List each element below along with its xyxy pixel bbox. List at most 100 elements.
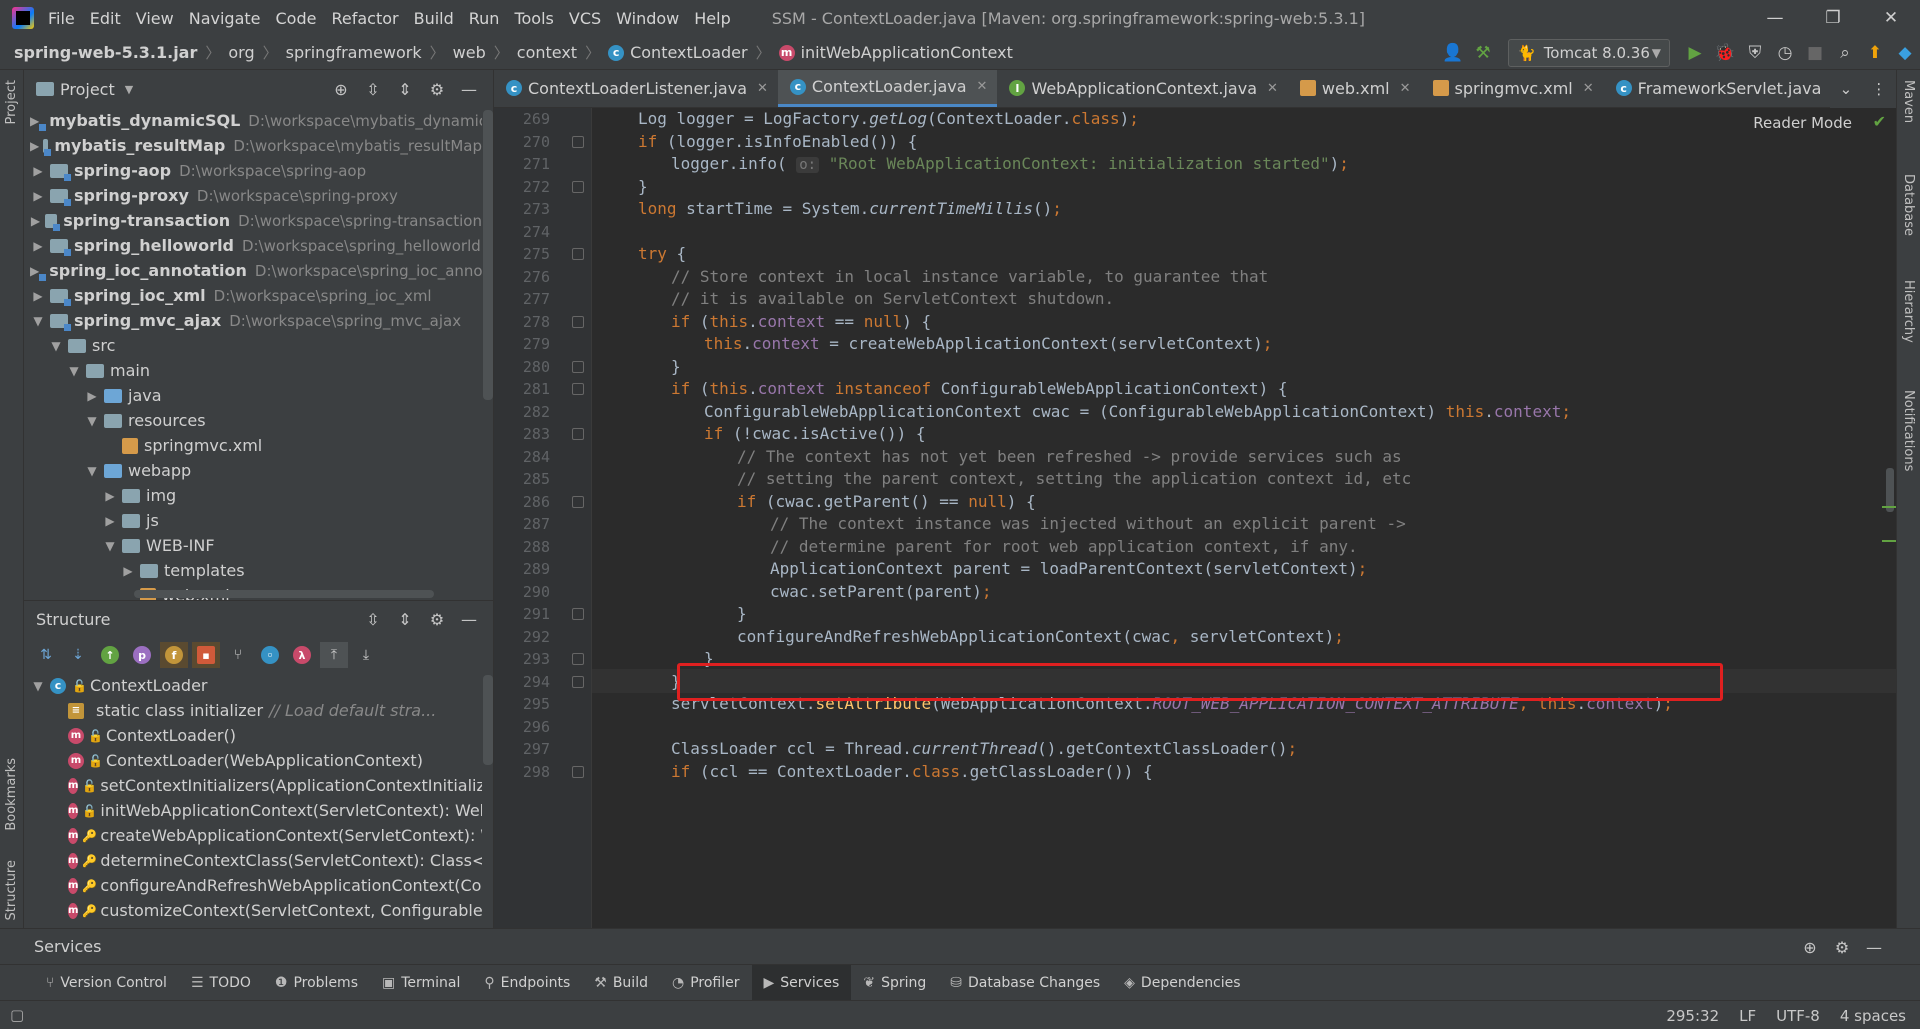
tool-tab-database-changes[interactable]: ⛁ Database Changes: [938, 965, 1112, 1001]
tree-item[interactable]: ▶ mybatis_resultMap D:\workspace\mybatis_r…: [24, 133, 482, 158]
search-icon[interactable]: ⌕: [1830, 38, 1860, 68]
fold-marker-icon[interactable]: [572, 765, 584, 778]
tree-item[interactable]: ▼ resources: [24, 408, 482, 433]
chevron-right-icon[interactable]: ▶: [102, 489, 118, 503]
fold-marker-icon[interactable]: [572, 675, 584, 688]
tool-tab-terminal[interactable]: ▣ Terminal: [370, 965, 472, 1001]
bookmarks-tool-button[interactable]: Bookmarks: [4, 758, 19, 831]
editor-tab[interactable]: web.xml ✕: [1288, 70, 1421, 107]
chevron-down-icon[interactable]: ▼: [102, 539, 118, 553]
chevron-right-icon[interactable]: ▶: [30, 214, 41, 228]
fold-marker-icon[interactable]: [572, 428, 584, 440]
chevron-down-icon[interactable]: ▼: [48, 339, 64, 353]
code-line[interactable]: // determine parent for root web applica…: [770, 536, 1358, 558]
breadcrumb-web[interactable]: web: [453, 43, 486, 62]
breadcrumb-jar[interactable]: spring-web-5.3.1.jar: [14, 43, 197, 62]
structure-root[interactable]: ▼ c 🔓 ContextLoader: [24, 673, 482, 698]
tool-tab-todo[interactable]: ☰ TODO: [179, 965, 263, 1001]
tree-item[interactable]: ▶ java: [24, 383, 482, 408]
hide-icon[interactable]: —: [453, 80, 485, 99]
chevron-right-icon[interactable]: ▶: [30, 139, 39, 153]
editor-tab[interactable]: springmvc.xml ✕: [1421, 70, 1604, 107]
breadcrumb-org[interactable]: org: [228, 43, 254, 62]
close-tab-icon[interactable]: ✕: [977, 79, 988, 94]
line-separator[interactable]: LF: [1739, 1007, 1756, 1025]
update-icon[interactable]: ⬆: [1860, 38, 1890, 68]
structure-member[interactable]: m 🔑 createWebApplicationContext(ServletCon…: [24, 823, 482, 848]
structure-member[interactable]: m 🔑 configureAndRefreshWebApplicationConte…: [24, 873, 482, 898]
structure-member[interactable]: m 🔓 ContextLoader(): [24, 723, 482, 748]
menu-code[interactable]: Code: [276, 9, 317, 28]
code-line[interactable]: cwac.setParent(parent);: [770, 581, 992, 603]
editor-tab[interactable]: cFrameworkServlet.java✕: [1604, 70, 1853, 107]
gear-icon[interactable]: ⚙: [421, 80, 453, 99]
code-line[interactable]: ClassLoader ccl = Thread.currentThread()…: [671, 738, 1297, 760]
indent-setting[interactable]: 4 spaces: [1840, 1007, 1906, 1025]
tree-item[interactable]: ▶ spring_ioc_annotation D:\workspace\sprin…: [24, 258, 482, 283]
code-line[interactable]: long startTime = System.currentTimeMilli…: [638, 198, 1062, 220]
chevron-right-icon[interactable]: ▶: [30, 164, 46, 178]
tree-item[interactable]: ▼ webapp: [24, 458, 482, 483]
expand-all-icon[interactable]: ⇳: [357, 610, 389, 629]
chevron-right-icon[interactable]: ▶: [30, 114, 39, 128]
code-line[interactable]: if (ccl == ContextLoader.class.getClassL…: [671, 761, 1153, 783]
toggle-tool-windows-icon[interactable]: ▢: [10, 1006, 24, 1024]
project-horizontal-scrollbar[interactable]: [134, 590, 434, 598]
tree-item[interactable]: ▶ img: [24, 483, 482, 508]
project-tool-button[interactable]: Project: [4, 80, 19, 124]
tool-tab-profiler[interactable]: ◔ Profiler: [660, 965, 752, 1001]
expand-all-icon[interactable]: ⇳: [357, 80, 389, 99]
chevron-right-icon[interactable]: ▶: [102, 514, 118, 528]
code-line[interactable]: // it is available on ServletContext shu…: [671, 288, 1114, 310]
code-line[interactable]: logger.info( o: "Root WebApplicationCont…: [671, 153, 1349, 175]
tree-item[interactable]: ▼ main: [24, 358, 482, 383]
minimize-button[interactable]: —: [1746, 0, 1804, 36]
close-tab-icon[interactable]: ✕: [1267, 81, 1278, 96]
project-panel-title[interactable]: Project: [60, 80, 115, 99]
stop-icon[interactable]: ■: [1800, 38, 1830, 68]
user-icon[interactable]: 👤: [1438, 38, 1468, 68]
breadcrumb-class[interactable]: c ContextLoader: [608, 43, 748, 62]
plugin-icon[interactable]: ◆: [1890, 38, 1920, 68]
menu-view[interactable]: View: [136, 9, 174, 28]
chevron-right-icon[interactable]: ▶: [30, 239, 46, 253]
notifications-tool-button[interactable]: Notifications: [1901, 390, 1916, 471]
chevron-down-icon[interactable]: ⌄: [1840, 80, 1853, 98]
structure-tool-button[interactable]: Structure: [4, 860, 19, 920]
tree-item[interactable]: ▶ spring_ioc_xml D:\workspace\spring_ioc_x…: [24, 283, 482, 308]
code-line[interactable]: if (this.context instanceof Configurable…: [671, 378, 1288, 400]
project-scrollbar[interactable]: [483, 110, 493, 400]
tool-tab-spring[interactable]: ❦ Spring: [851, 965, 938, 1001]
fold-marker-icon[interactable]: [572, 608, 584, 620]
tool-tab-dependencies[interactable]: ◈ Dependencies: [1112, 965, 1252, 1001]
fold-marker-icon[interactable]: [572, 653, 584, 665]
code-line[interactable]: // setting the parent context, setting t…: [737, 468, 1411, 490]
file-encoding[interactable]: UTF-8: [1776, 1007, 1820, 1025]
sort-visibility-icon[interactable]: ⇅: [32, 642, 60, 668]
code-line[interactable]: }: [638, 176, 648, 198]
code-area[interactable]: Log logger = LogFactory.getLog(ContextLo…: [592, 108, 1896, 928]
tree-item[interactable]: ▶ templates: [24, 558, 482, 583]
code-line[interactable]: // The context has not yet been refreshe…: [737, 446, 1402, 468]
show-non-public-icon[interactable]: ▪: [192, 642, 220, 668]
menu-edit[interactable]: Edit: [90, 9, 121, 28]
restore-button[interactable]: ❐: [1804, 0, 1862, 36]
run-icon[interactable]: ▶: [1680, 38, 1710, 68]
tree-item[interactable]: ▼ spring_mvc_ajax D:\workspace\spring_mvc_…: [24, 308, 482, 333]
menu-window[interactable]: Window: [616, 9, 679, 28]
maven-tool-button[interactable]: Maven: [1901, 80, 1916, 123]
caret-position[interactable]: 295:32: [1666, 1007, 1719, 1025]
menu-run[interactable]: Run: [469, 9, 500, 28]
fold-marker-icon[interactable]: [572, 135, 584, 148]
database-tool-button[interactable]: Database: [1901, 174, 1916, 236]
structure-member[interactable]: m 🔑 determineContextClass(ServletContext):…: [24, 848, 482, 873]
code-line[interactable]: // Store context in local instance varia…: [671, 266, 1268, 288]
show-lambdas-icon[interactable]: ⑂: [224, 642, 252, 668]
gear-icon[interactable]: ⚙: [1826, 938, 1858, 957]
code-line[interactable]: if (logger.isInfoEnabled()) {: [638, 131, 917, 153]
fold-marker-icon[interactable]: [572, 248, 584, 260]
tool-tab-services[interactable]: ▶ Services: [751, 964, 852, 1001]
code-line[interactable]: }: [737, 603, 747, 625]
structure-member[interactable]: m 🔓 initWebApplicationContext(ServletConte…: [24, 798, 482, 823]
menu-refactor[interactable]: Refactor: [331, 9, 398, 28]
